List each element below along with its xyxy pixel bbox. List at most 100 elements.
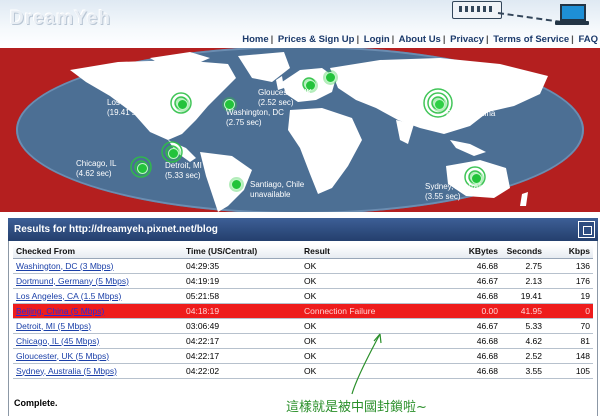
col-time[interactable]: Time (US/Central) [183, 245, 301, 259]
row-time: 03:06:49 [186, 320, 220, 331]
row-kbytes: 46.68 [476, 365, 498, 376]
laptop-base-icon [555, 21, 589, 25]
row-seconds: 41.95 [501, 303, 545, 318]
col-kbps[interactable]: Kbps [545, 245, 593, 259]
row-time: 05:21:58 [186, 290, 220, 301]
row-seconds: 3.55 [525, 365, 542, 376]
row-result: OK [304, 320, 317, 331]
row-seconds: 5.33 [525, 320, 542, 331]
nav-prices[interactable]: Prices & Sign Up [278, 34, 355, 45]
row-kbps: 81 [580, 335, 590, 346]
row-kbytes: 46.67 [476, 320, 498, 331]
col-kbytes[interactable]: KBytes [447, 245, 501, 259]
row-time: 04:29:35 [186, 260, 220, 271]
status-complete: Complete. [14, 398, 58, 408]
row-seconds: 4.62 [525, 335, 542, 346]
row-location-link[interactable]: Los Angeles, CA (1.5 Mbps) [13, 288, 183, 303]
row-result: OK [304, 290, 317, 301]
site-header: DreamYeh Home | Prices & Sign Up | Login | … [0, 0, 600, 48]
row-result: OK [304, 275, 317, 286]
table-row: Dortmund, Germany (5 Mbps) 04:19:19 OK 4… [13, 273, 593, 288]
row-location-link[interactable]: Dortmund, Germany (5 Mbps) [13, 273, 183, 288]
table-row: Gloucester, UK (5 Mbps) 04:22:17 OK 46.6… [13, 348, 593, 363]
col-seconds[interactable]: Seconds [501, 245, 545, 259]
row-seconds: 2.13 [525, 275, 542, 286]
row-kbps: 148 [575, 350, 590, 361]
row-result: OK [304, 335, 317, 346]
table-row: Sydney, Australia (5 Mbps) 04:22:02 OK 4… [13, 363, 593, 378]
table-row-failure: Beijing, China (5 Mbps) 04:18:19 Connect… [13, 303, 593, 318]
row-time: 04:22:17 [186, 335, 220, 346]
row-location-link[interactable]: Chicago, IL (45 Mbps) [13, 333, 183, 348]
city-marker-los-angeles[interactable] [177, 99, 188, 110]
annotation-text: 這樣就是被中國封鎖啦~ [286, 400, 427, 415]
row-result: OK [304, 260, 317, 271]
nav-login[interactable]: Login [364, 34, 390, 45]
city-marker-santiago[interactable] [231, 179, 242, 190]
router-icon [452, 1, 502, 19]
row-time: 04:19:19 [186, 275, 220, 286]
col-result[interactable]: Result [301, 245, 447, 259]
row-kbps: 136 [575, 260, 590, 271]
row-kbps: 19 [580, 290, 590, 301]
city-label-chicago: Chicago, IL (4.62 sec) [76, 159, 117, 178]
nav-terms[interactable]: Terms of Service [493, 34, 569, 45]
nav-faq[interactable]: FAQ [578, 34, 598, 45]
city-label-los-angeles: Los Angeles, CA (19.41 sec) [107, 98, 167, 117]
row-location-link[interactable]: Detroit, MI (5 Mbps) [13, 318, 183, 333]
top-nav: Home | Prices & Sign Up | Login | About Us |… [242, 34, 598, 45]
city-label-st-petersburg: St. Petersburg, Russia unavailable [340, 70, 421, 89]
window-restore-icon[interactable] [578, 221, 595, 238]
city-marker-detroit[interactable] [168, 148, 179, 159]
results-table: Checked From Time (US/Central) Result KB… [13, 245, 593, 379]
laptop-icon [560, 4, 586, 21]
row-kbytes: 46.68 [476, 335, 498, 346]
city-marker-beijing[interactable] [434, 99, 445, 110]
row-location-link[interactable]: Beijing, China (5 Mbps) [13, 303, 183, 318]
row-seconds: 2.52 [525, 350, 542, 361]
table-row: Washington, DC (3 Mbps) 04:29:35 OK 46.6… [13, 258, 593, 273]
city-label-detroit: Detroit, MI (5.33 sec) [165, 161, 202, 180]
row-time: 04:18:19 [183, 303, 301, 318]
row-seconds: 19.41 [520, 290, 542, 301]
row-kbps: 70 [580, 320, 590, 331]
row-kbps: 176 [575, 275, 590, 286]
row-result: OK [304, 350, 317, 361]
city-label-washington: Washington, DC (2.75 sec) [226, 108, 284, 127]
city-label-gloucester: Gloucester, UK (2.52 sec) [258, 88, 312, 107]
table-row: Detroit, MI (5 Mbps) 03:06:49 OK 46.67 5… [13, 318, 593, 333]
city-marker-chicago[interactable] [137, 163, 148, 174]
city-label-sydney: Sydney, Australia (3.55 sec) [425, 182, 487, 201]
row-kbytes: 46.67 [476, 275, 498, 286]
row-kbytes: 46.68 [476, 290, 498, 301]
nav-privacy[interactable]: Privacy [450, 34, 484, 45]
row-location-link[interactable]: Washington, DC (3 Mbps) [13, 258, 183, 273]
row-result: OK [304, 365, 317, 376]
col-checked-from[interactable]: Checked From [13, 245, 183, 259]
row-result: Connection Failure [301, 303, 447, 318]
results-header: Results for http://dreamyeh.pixnet.net/b… [8, 218, 598, 241]
row-location-link[interactable]: Sydney, Australia (5 Mbps) [13, 363, 183, 378]
nav-home[interactable]: Home [242, 34, 268, 45]
row-kbps: 0 [545, 303, 593, 318]
row-location-link[interactable]: Gloucester, UK (5 Mbps) [13, 348, 183, 363]
row-time: 04:22:02 [186, 365, 220, 376]
row-kbytes: 46.68 [476, 260, 498, 271]
row-time: 04:22:17 [186, 350, 220, 361]
site-logo[interactable]: DreamYeh [10, 8, 111, 30]
table-row: Chicago, IL (45 Mbps) 04:22:17 OK 46.68 … [13, 333, 593, 348]
results-table-header: Checked From Time (US/Central) Result KB… [13, 245, 593, 259]
row-kbytes: 0.00 [447, 303, 501, 318]
table-row: Los Angeles, CA (1.5 Mbps) 05:21:58 OK 4… [13, 288, 593, 303]
world-map: Los Angeles, CA (19.41 sec) Gloucester, U… [0, 48, 600, 212]
row-kbps: 105 [575, 365, 590, 376]
network-cable-icon [497, 12, 562, 23]
nav-about[interactable]: About Us [399, 34, 441, 45]
city-label-santiago: Santiago, Chile unavailable [250, 180, 305, 199]
row-seconds: 2.75 [525, 260, 542, 271]
city-label-beijing: Beijing, China error [446, 109, 496, 128]
row-kbytes: 46.68 [476, 350, 498, 361]
city-marker-st-petersburg[interactable] [325, 72, 336, 83]
results-panel: Checked From Time (US/Central) Result KB… [8, 241, 598, 416]
results-title: Results for http://dreamyeh.pixnet.net/b… [14, 224, 218, 235]
